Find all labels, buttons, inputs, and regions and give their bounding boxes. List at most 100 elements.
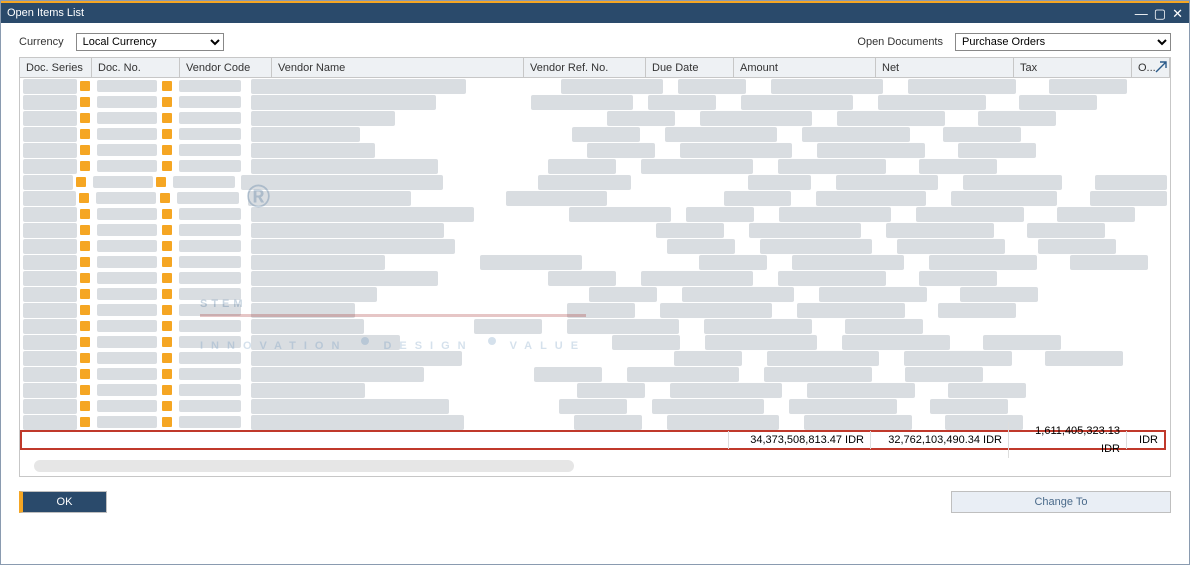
table-row[interactable] — [20, 334, 1170, 350]
table-row[interactable] — [20, 270, 1170, 286]
footer: OK Change To — [1, 477, 1189, 513]
link-arrow-icon[interactable] — [162, 145, 172, 155]
currency-select[interactable]: Local Currency — [76, 33, 224, 51]
link-arrow-icon[interactable] — [162, 129, 172, 139]
link-arrow-icon[interactable] — [76, 177, 86, 187]
link-arrow-icon[interactable] — [80, 145, 90, 155]
link-arrow-icon[interactable] — [80, 369, 90, 379]
ok-button[interactable]: OK — [19, 491, 107, 513]
link-arrow-icon[interactable] — [162, 161, 172, 171]
link-arrow-icon[interactable] — [80, 401, 90, 411]
total-net: 32,762,103,490.34 IDR — [870, 431, 1008, 449]
horizontal-scrollbar[interactable] — [34, 460, 574, 472]
table-row[interactable] — [20, 142, 1170, 158]
table-row[interactable] — [20, 318, 1170, 334]
total-extra: IDR — [1126, 431, 1164, 449]
window-title: Open Items List — [7, 2, 84, 24]
totals-row: 34,373,508,813.47 IDR 32,762,103,490.34 … — [20, 430, 1166, 450]
table-row[interactable] — [20, 382, 1170, 398]
col-tax[interactable]: Tax — [1014, 58, 1132, 78]
link-arrow-icon[interactable] — [156, 177, 166, 187]
link-arrow-icon[interactable] — [80, 321, 90, 331]
link-arrow-icon[interactable] — [162, 241, 172, 251]
table-row[interactable] — [20, 78, 1170, 94]
link-arrow-icon[interactable] — [80, 97, 90, 107]
link-arrow-icon[interactable] — [162, 305, 172, 315]
currency-label: Currency — [19, 36, 64, 48]
link-arrow-icon[interactable] — [80, 337, 90, 347]
table-row[interactable] — [20, 366, 1170, 382]
toolbar: Currency Local Currency Open Documents P… — [1, 23, 1189, 57]
table-row[interactable] — [20, 174, 1170, 190]
total-amount: 34,373,508,813.47 IDR — [728, 431, 870, 449]
table-row[interactable] — [20, 414, 1170, 430]
col-due-date[interactable]: Due Date — [646, 58, 734, 78]
expand-icon[interactable] — [1155, 61, 1167, 73]
link-arrow-icon[interactable] — [80, 417, 90, 427]
link-arrow-icon[interactable] — [162, 337, 172, 347]
col-overflow-label: O... — [1138, 62, 1156, 74]
link-arrow-icon[interactable] — [80, 273, 90, 283]
col-net[interactable]: Net — [876, 58, 1014, 78]
table-row[interactable] — [20, 222, 1170, 238]
grid: Doc. Series Doc. No. Vendor Code Vendor … — [19, 57, 1171, 477]
link-arrow-icon[interactable] — [162, 97, 172, 107]
col-doc-no[interactable]: Doc. No. — [92, 58, 180, 78]
close-icon[interactable]: ✕ — [1172, 7, 1183, 20]
titlebar: Open Items List — ▢ ✕ — [1, 1, 1189, 23]
col-amount[interactable]: Amount — [734, 58, 876, 78]
link-arrow-icon[interactable] — [162, 401, 172, 411]
table-row[interactable] — [20, 206, 1170, 222]
table-row[interactable] — [20, 302, 1170, 318]
link-arrow-icon[interactable] — [162, 273, 172, 283]
table-row[interactable] — [20, 126, 1170, 142]
link-arrow-icon[interactable] — [80, 113, 90, 123]
link-arrow-icon[interactable] — [162, 321, 172, 331]
table-row[interactable] — [20, 286, 1170, 302]
col-vendor-name[interactable]: Vendor Name — [272, 58, 524, 78]
grid-header: Doc. Series Doc. No. Vendor Code Vendor … — [20, 58, 1170, 78]
table-row[interactable] — [20, 110, 1170, 126]
link-arrow-icon[interactable] — [162, 385, 172, 395]
link-arrow-icon[interactable] — [162, 225, 172, 235]
link-arrow-icon[interactable] — [162, 289, 172, 299]
table-row[interactable] — [20, 94, 1170, 110]
link-arrow-icon[interactable] — [80, 241, 90, 251]
col-doc-series[interactable]: Doc. Series — [20, 58, 92, 78]
table-row[interactable] — [20, 254, 1170, 270]
link-arrow-icon[interactable] — [80, 385, 90, 395]
total-tax: 1,611,405,323.13 IDR — [1008, 422, 1126, 458]
link-arrow-icon[interactable] — [80, 81, 90, 91]
link-arrow-icon[interactable] — [79, 193, 89, 203]
link-arrow-icon[interactable] — [80, 161, 90, 171]
link-arrow-icon[interactable] — [80, 289, 90, 299]
link-arrow-icon[interactable] — [80, 305, 90, 315]
link-arrow-icon[interactable] — [162, 353, 172, 363]
table-row[interactable] — [20, 350, 1170, 366]
table-row[interactable] — [20, 238, 1170, 254]
open-documents-label: Open Documents — [857, 36, 943, 48]
link-arrow-icon[interactable] — [162, 81, 172, 91]
link-arrow-icon[interactable] — [80, 209, 90, 219]
table-row[interactable] — [20, 158, 1170, 174]
maximize-icon[interactable]: ▢ — [1154, 7, 1166, 20]
table-row[interactable] — [20, 398, 1170, 414]
col-vendor-ref[interactable]: Vendor Ref. No. — [524, 58, 646, 78]
grid-body — [20, 78, 1170, 448]
table-row[interactable] — [20, 190, 1170, 206]
link-arrow-icon[interactable] — [80, 129, 90, 139]
link-arrow-icon[interactable] — [80, 257, 90, 267]
link-arrow-icon[interactable] — [162, 209, 172, 219]
link-arrow-icon[interactable] — [162, 113, 172, 123]
col-overflow[interactable]: O... — [1132, 58, 1170, 78]
link-arrow-icon[interactable] — [162, 257, 172, 267]
open-documents-select[interactable]: Purchase Orders — [955, 33, 1171, 51]
link-arrow-icon[interactable] — [162, 417, 172, 427]
link-arrow-icon[interactable] — [162, 369, 172, 379]
minimize-icon[interactable]: — — [1135, 7, 1148, 20]
change-to-button[interactable]: Change To — [951, 491, 1171, 513]
link-arrow-icon[interactable] — [80, 353, 90, 363]
link-arrow-icon[interactable] — [160, 193, 170, 203]
link-arrow-icon[interactable] — [80, 225, 90, 235]
col-vendor-code[interactable]: Vendor Code — [180, 58, 272, 78]
